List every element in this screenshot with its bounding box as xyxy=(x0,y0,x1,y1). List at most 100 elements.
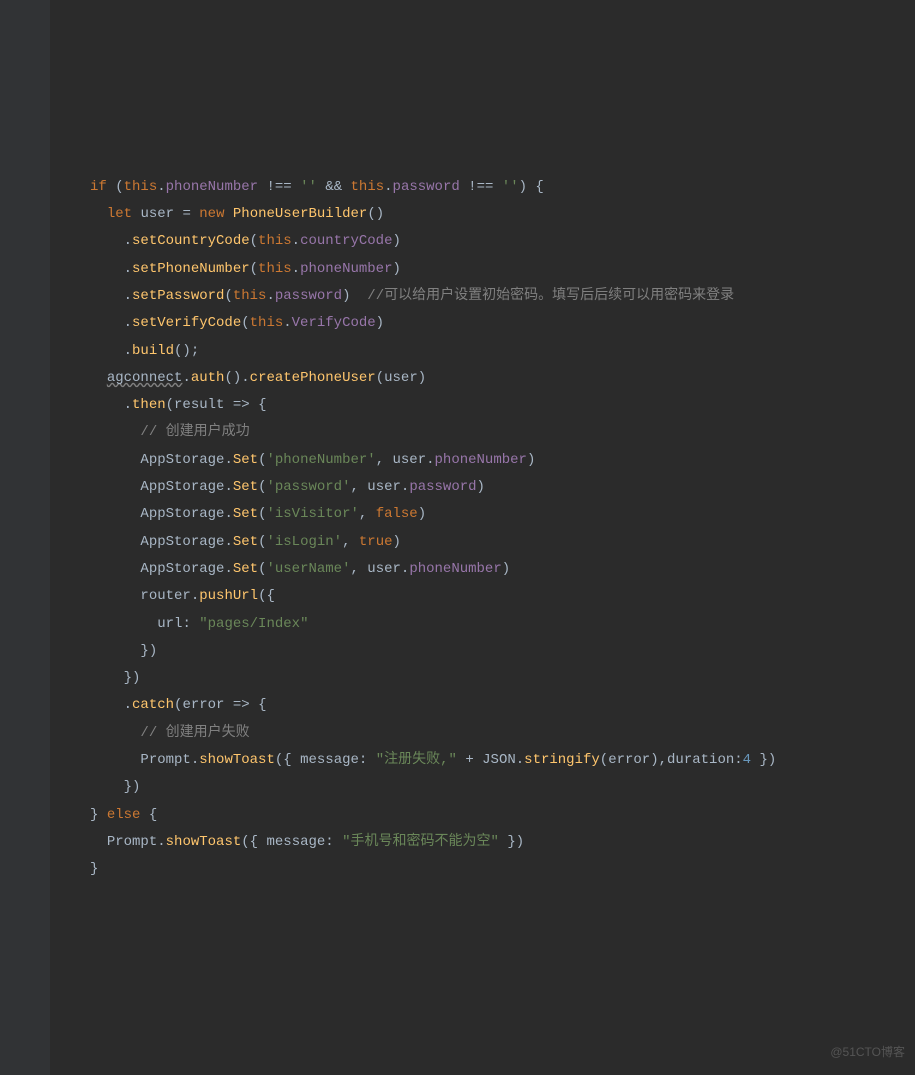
paren: ) xyxy=(418,506,426,522)
method-Set: Set xyxy=(233,506,258,522)
dot: . xyxy=(124,343,132,359)
prop-phoneNumber: phoneNumber xyxy=(166,179,258,195)
paren: ) xyxy=(502,561,510,577)
keyword-this: this xyxy=(258,261,292,277)
paren: ) xyxy=(768,752,776,768)
comma: , xyxy=(659,752,667,768)
op-neq: !== xyxy=(266,179,291,195)
dot: . xyxy=(224,561,232,577)
brace: } xyxy=(90,807,98,823)
comment-success: // 创建用户成功 xyxy=(140,424,249,440)
class-AppStorage: AppStorage xyxy=(140,561,224,577)
keyword-this: this xyxy=(250,315,284,331)
brace: { xyxy=(535,179,543,195)
method-showToast: showToast xyxy=(199,752,275,768)
str-url-value: "pages/Index" xyxy=(199,616,308,632)
var-router: router xyxy=(140,588,190,604)
var-user: user xyxy=(367,561,401,577)
str-reg-fail: "注册失败," xyxy=(376,752,457,768)
dot: . xyxy=(283,315,291,331)
keyword-this: this xyxy=(124,179,158,195)
class-AppStorage: AppStorage xyxy=(140,534,224,550)
op-neq: !== xyxy=(468,179,493,195)
paren: ( xyxy=(275,752,283,768)
paren: ) xyxy=(516,834,524,850)
paren: ( xyxy=(250,233,258,249)
method-Set: Set xyxy=(233,452,258,468)
prop-phoneNumber: phoneNumber xyxy=(300,261,392,277)
keyword-new: new xyxy=(199,206,224,222)
var-user: user xyxy=(140,206,174,222)
dot: . xyxy=(516,752,524,768)
var-user: user xyxy=(367,479,401,495)
dot: . xyxy=(191,588,199,604)
editor-gutter xyxy=(0,0,50,1075)
method-setCountryCode: setCountryCode xyxy=(132,233,250,249)
prop-countryCode: countryCode xyxy=(300,233,392,249)
brace: { xyxy=(266,588,274,604)
dot: . xyxy=(292,261,300,277)
dot: . xyxy=(182,370,190,386)
brace: } xyxy=(140,643,148,659)
arrow: => xyxy=(233,397,250,413)
paren: ( xyxy=(115,179,123,195)
prop-phoneNumber: phoneNumber xyxy=(435,452,527,468)
paren: ) xyxy=(342,288,350,304)
keyword-this: this xyxy=(258,233,292,249)
code-editor[interactable]: if (this.phoneNumber !== '' && this.pass… xyxy=(90,174,915,884)
keyword-else: else xyxy=(107,807,141,823)
paren: ( xyxy=(600,752,608,768)
method-build: build xyxy=(132,343,174,359)
keyword-this: this xyxy=(351,179,385,195)
dot: . xyxy=(224,534,232,550)
dot: . xyxy=(266,288,274,304)
brace: { xyxy=(149,807,157,823)
paren: ) xyxy=(418,370,426,386)
paren: ) xyxy=(132,779,140,795)
colon: : xyxy=(734,752,742,768)
method-Set: Set xyxy=(233,561,258,577)
class-AppStorage: AppStorage xyxy=(140,506,224,522)
paren: ( xyxy=(241,834,249,850)
method-createPhoneUser: createPhoneUser xyxy=(250,370,376,386)
class-AppStorage: AppStorage xyxy=(140,479,224,495)
method-stringify: stringify xyxy=(524,752,600,768)
paren: ) xyxy=(650,752,658,768)
op-plus: + xyxy=(465,752,473,768)
key-duration: duration xyxy=(667,752,734,768)
paren: ) xyxy=(527,452,535,468)
dot: . xyxy=(224,479,232,495)
method-auth: auth xyxy=(191,370,225,386)
method-then: then xyxy=(132,397,166,413)
paren: ( xyxy=(224,288,232,304)
brace: } xyxy=(124,670,132,686)
method-setPassword: setPassword xyxy=(132,288,224,304)
comma: , xyxy=(376,452,384,468)
dot: . xyxy=(224,452,232,468)
var-user: user xyxy=(393,452,427,468)
comma: , xyxy=(350,479,358,495)
empty-string: '' xyxy=(502,179,519,195)
paren: ) xyxy=(393,534,401,550)
brace: } xyxy=(90,861,98,877)
comma: , xyxy=(350,561,358,577)
str-userName: 'userName' xyxy=(266,561,350,577)
empty-string: '' xyxy=(300,179,317,195)
class-Prompt: Prompt xyxy=(107,834,157,850)
dot: . xyxy=(124,288,132,304)
prop-password: password xyxy=(409,479,476,495)
dot: . xyxy=(292,233,300,249)
colon: : xyxy=(182,616,190,632)
paren: ) xyxy=(149,643,157,659)
comma: , xyxy=(359,506,367,522)
comma: , xyxy=(342,534,350,550)
paren: ) xyxy=(392,233,400,249)
paren: ( xyxy=(166,397,174,413)
class-JSON: JSON xyxy=(482,752,516,768)
dot: . xyxy=(124,697,132,713)
str-password: 'password' xyxy=(266,479,350,495)
paren: () xyxy=(224,370,241,386)
prop-password: password xyxy=(393,179,460,195)
watermark: @51CTO博客 xyxy=(830,1041,905,1064)
brace: } xyxy=(124,779,132,795)
